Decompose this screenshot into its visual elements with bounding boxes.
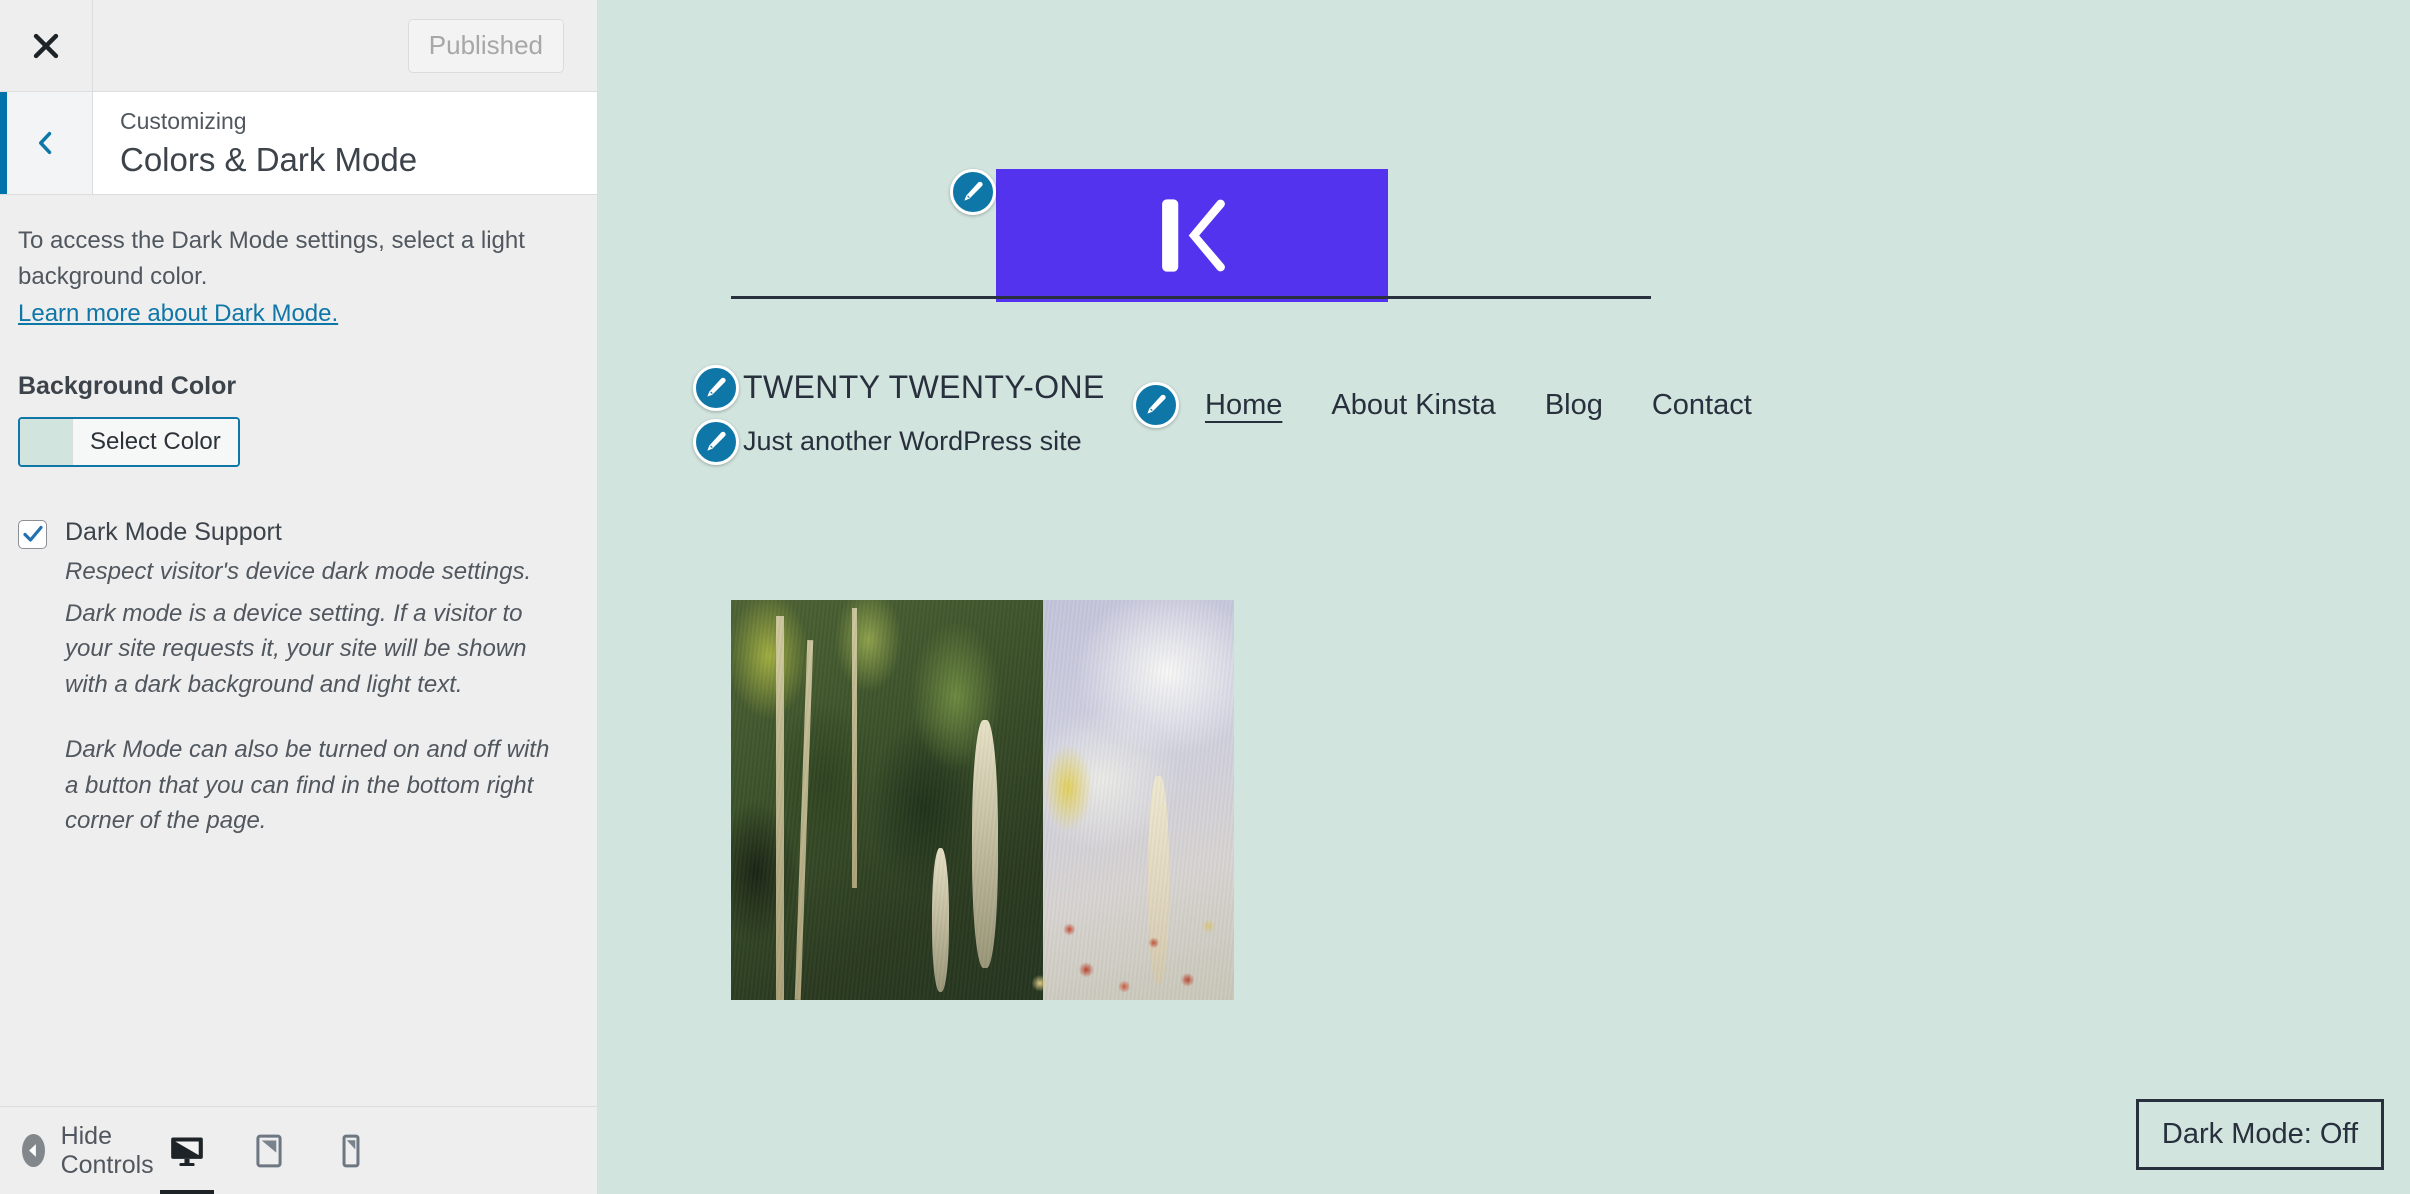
nav-list: Home About Kinsta Blog Contact xyxy=(1205,389,1752,422)
site-tagline-row: Just another WordPress site xyxy=(693,419,1105,465)
site-logo[interactable] xyxy=(996,169,1388,302)
pencil-edit-icon xyxy=(707,431,726,451)
device-tablet-button[interactable] xyxy=(246,1125,292,1177)
nav-item-home[interactable]: Home xyxy=(1205,389,1282,422)
dark-mode-support-setting: Dark Mode Support Respect visitor's devi… xyxy=(18,516,567,839)
primary-navigation: Home About Kinsta Blog Contact xyxy=(1133,382,1752,428)
dark-mode-description-1: Respect visitor's device dark mode setti… xyxy=(65,558,532,586)
page-title: Colors & Dark Mode xyxy=(120,140,418,178)
pencil-edit-icon xyxy=(707,377,726,397)
kinsta-k-logo-icon xyxy=(1161,199,1225,272)
device-desktop-button[interactable] xyxy=(164,1125,210,1177)
close-icon xyxy=(33,33,59,58)
close-customizer-button[interactable] xyxy=(0,0,93,91)
select-color-button[interactable]: Select Color xyxy=(72,418,238,465)
dark-mode-support-text: Dark Mode Support Respect visitor's devi… xyxy=(47,516,567,839)
publish-button[interactable]: Published xyxy=(407,18,564,73)
customizer-footer: Hide Controls xyxy=(0,1106,597,1194)
device-preview-group xyxy=(164,1125,596,1177)
site-title[interactable]: TWENTY TWENTY-ONE xyxy=(743,370,1105,405)
edit-site-title-pin[interactable] xyxy=(693,365,739,411)
hide-controls-label: Hide Controls xyxy=(60,1121,154,1179)
topbar-actions: Published xyxy=(93,0,597,91)
pencil-edit-icon xyxy=(964,181,983,201)
dark-mode-description-2: Dark mode is a device setting. If a visi… xyxy=(65,599,527,698)
edit-logo-pin[interactable] xyxy=(950,169,996,215)
device-mobile-button[interactable] xyxy=(328,1125,374,1177)
background-color-label: Background Color xyxy=(18,371,237,400)
header-divider xyxy=(731,296,1651,299)
pencil-edit-icon xyxy=(1147,394,1166,414)
desktop-icon xyxy=(171,1137,203,1166)
tablet-icon xyxy=(256,1134,282,1167)
nav-item-blog[interactable]: Blog xyxy=(1545,389,1603,422)
panel-back-button[interactable] xyxy=(0,92,93,194)
painting-canvas xyxy=(731,600,1234,1000)
site-tagline: Just another WordPress site xyxy=(743,426,1082,457)
panel-header: Customizing Colors & Dark Mode xyxy=(0,92,597,195)
site-branding: TWENTY TWENTY-ONE Just another WordPress… xyxy=(693,365,1105,465)
panel-body: To access the Dark Mode settings, select… xyxy=(0,195,597,1106)
panel-titles: Customizing Colors & Dark Mode xyxy=(93,92,597,194)
customizer-topbar: Published xyxy=(0,0,597,92)
arrow-left-circle-icon xyxy=(22,1134,45,1167)
customizer-screen: Published Customizing Colors & Dark Mode… xyxy=(0,0,2410,1194)
site-logo-row xyxy=(950,169,1388,302)
mobile-icon xyxy=(342,1134,360,1167)
panel-description: To access the Dark Mode settings, select… xyxy=(18,227,525,290)
background-color-picker[interactable]: Select Color xyxy=(18,416,240,467)
dark-mode-description-3: Dark Mode can also be turned on and off … xyxy=(65,736,550,835)
site-title-row: TWENTY TWENTY-ONE xyxy=(693,365,1105,411)
customizer-sidebar: Published Customizing Colors & Dark Mode… xyxy=(0,0,598,1194)
hide-controls-button[interactable]: Hide Controls xyxy=(22,1122,164,1180)
color-swatch-preview xyxy=(20,418,72,465)
panel-eyebrow: Customizing xyxy=(120,107,247,134)
learn-more-link[interactable]: Learn more about Dark Mode. xyxy=(18,296,338,332)
edit-menu-pin[interactable] xyxy=(1133,382,1179,428)
dark-mode-toggle-button[interactable]: Dark Mode: Off xyxy=(2135,1099,2384,1170)
site-preview: TWENTY TWENTY-ONE Just another WordPress… xyxy=(598,0,2410,1194)
painting-brush-texture xyxy=(731,600,1234,1000)
dark-mode-support-checkbox[interactable] xyxy=(18,519,47,549)
chevron-left-icon xyxy=(39,131,52,155)
nav-item-contact[interactable]: Contact xyxy=(1652,389,1752,422)
featured-image xyxy=(731,600,1234,1000)
nav-item-about-kinsta[interactable]: About Kinsta xyxy=(1331,389,1495,422)
checkmark-icon xyxy=(23,525,43,542)
edit-site-tagline-pin[interactable] xyxy=(693,419,739,465)
dark-mode-support-label: Dark Mode Support xyxy=(65,517,282,546)
